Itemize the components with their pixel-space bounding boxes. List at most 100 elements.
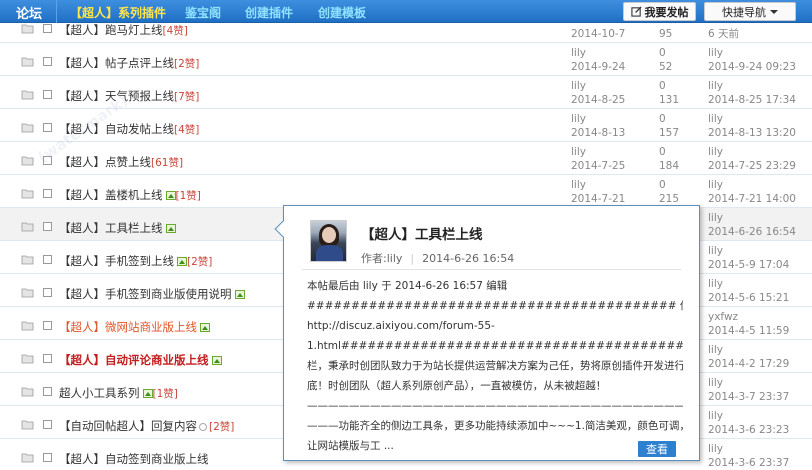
- thread-title[interactable]: 【超人】手机签到上线 [2赞]: [59, 253, 212, 269]
- thread-title[interactable]: 【自动回帖超人】回复内容 [2赞]: [59, 418, 234, 434]
- thread-title[interactable]: 【超人】手机签到商业版使用说明: [59, 286, 245, 302]
- thread-row[interactable]: 【超人】自动发帖上线[4赞] lily 2014-8-13 0 157 lily 2014-…: [0, 109, 812, 142]
- thread-title-text[interactable]: 【超人】盖楼机上线: [59, 188, 163, 202]
- thread-checkbox[interactable]: [43, 420, 52, 429]
- last-post-user[interactable]: lily: [708, 80, 723, 92]
- thread-row[interactable]: 【超人】帖子点评上线[2赞] lily 2014-9-24 0 52 lily 2014-9…: [0, 43, 812, 76]
- thread-row[interactable]: 【超人】天气预报上线[7赞] lily 2014-8-25 0 131 lily 2014-…: [0, 76, 812, 109]
- thread-checkbox[interactable]: [43, 222, 52, 231]
- new-post-button[interactable]: 我要发帖: [623, 2, 696, 21]
- thread-title-text[interactable]: 【超人】自动评论商业版上线: [59, 353, 209, 367]
- last-post-user[interactable]: lily: [708, 179, 723, 191]
- thread-title-text[interactable]: 【超人】帖子点评上线: [59, 56, 174, 70]
- last-post-user[interactable]: yxfwz: [708, 311, 738, 323]
- nav-create-plugin[interactable]: 创建插件: [245, 4, 293, 21]
- thread-votes: [4赞]: [162, 25, 188, 37]
- folder-icon: [21, 222, 34, 232]
- thread-checkbox[interactable]: [43, 189, 52, 198]
- thread-author[interactable]: lily: [571, 146, 586, 158]
- last-post-user[interactable]: lily: [708, 410, 723, 422]
- thread-title[interactable]: 【超人】自动签到商业版上线: [59, 451, 209, 467]
- thread-title[interactable]: 【超人】跑马灯上线[4赞]: [59, 22, 188, 38]
- popup-time: 2014-6-26 16:54: [422, 252, 515, 265]
- last-post-user[interactable]: lily: [708, 443, 723, 455]
- view-count: 157: [659, 127, 680, 139]
- nav-create-template[interactable]: 创建模板: [318, 4, 366, 21]
- folder-icon: [21, 288, 34, 298]
- thread-checkbox[interactable]: [43, 255, 52, 264]
- thread-title[interactable]: 【超人】自动发帖上线[4赞]: [59, 121, 199, 137]
- thread-row[interactable]: 【超人】盖楼机上线 [1赞] lily 2014-7-21 0 215 lily 2014-7…: [0, 175, 812, 208]
- thread-title-text[interactable]: 【超人】微网站商业版上线: [59, 320, 197, 334]
- quick-nav-dropdown[interactable]: 快捷导航: [704, 2, 796, 21]
- last-post-user[interactable]: lily: [708, 344, 723, 356]
- view-thread-button[interactable]: 查看: [638, 441, 676, 457]
- thread-row[interactable]: 【超人】点赞上线[61赞] lily 2014-7-25 0 184 lily 2014-7…: [0, 142, 812, 175]
- thread-title-text[interactable]: 超人小工具系列: [59, 386, 140, 400]
- folder-icon: [21, 387, 34, 397]
- nav-treasure[interactable]: 鉴宝阁: [185, 4, 221, 21]
- thread-checkbox[interactable]: [43, 90, 52, 99]
- thread-title[interactable]: 【超人】帖子点评上线[2赞]: [59, 55, 199, 71]
- popup-thread-title[interactable]: 【超人】工具栏上线: [361, 223, 483, 243]
- last-post-time[interactable]: 2014-7-21 14:00: [708, 193, 796, 205]
- thread-title[interactable]: 超人小工具系列 [1赞]: [59, 385, 178, 401]
- last-post-user[interactable]: lily: [708, 212, 723, 224]
- last-post-time[interactable]: 2014-8-25 17:34: [708, 94, 796, 106]
- folder-icon: [21, 189, 34, 199]
- thread-title[interactable]: 【超人】点赞上线[61赞]: [59, 154, 183, 170]
- last-post-time[interactable]: 2014-3-6 23:37: [708, 457, 789, 469]
- thread-title-text[interactable]: 【超人】自动签到商业版上线: [59, 452, 209, 466]
- thread-checkbox[interactable]: [43, 24, 52, 33]
- last-post-time[interactable]: 2014-8-13 13:20: [708, 127, 796, 139]
- last-post-user[interactable]: lily: [708, 377, 723, 389]
- thread-checkbox[interactable]: [43, 57, 52, 66]
- last-post-time[interactable]: 2014-4-5 11:59: [708, 325, 789, 337]
- thread-checkbox[interactable]: [43, 156, 52, 165]
- last-post-time[interactable]: 2014-6-26 16:54: [708, 226, 796, 238]
- thread-author[interactable]: lily: [571, 80, 586, 92]
- thread-checkbox[interactable]: [43, 123, 52, 132]
- last-post-time[interactable]: 2014-3-7 23:37: [708, 391, 789, 403]
- thread-checkbox[interactable]: [43, 321, 52, 330]
- last-post-time[interactable]: 2014-5-6 15:21: [708, 292, 789, 304]
- last-post-user[interactable]: lily: [708, 113, 723, 125]
- popup-excerpt-link[interactable]: http://discuz.aixiyou.com/forum-55-: [307, 316, 683, 336]
- popup-author[interactable]: 作者:lily: [361, 252, 402, 265]
- thread-title-text[interactable]: 【超人】跑马灯上线: [59, 23, 163, 37]
- thread-checkbox[interactable]: [43, 453, 52, 462]
- nav-forum-home[interactable]: 论坛: [16, 3, 42, 22]
- last-post-user[interactable]: lily: [708, 245, 723, 257]
- thread-title-text[interactable]: 【超人】天气预报上线: [59, 89, 174, 103]
- last-post-time[interactable]: 2014-5-9 17:04: [708, 259, 789, 271]
- thread-author[interactable]: lily: [571, 113, 586, 125]
- last-post-time[interactable]: 2014-4-2 17:29: [708, 358, 789, 370]
- thread-title-text[interactable]: 【超人】工具栏上线: [59, 221, 163, 235]
- last-post-time[interactable]: 2014-7-25 23:29: [708, 160, 796, 172]
- last-post-user[interactable]: lily: [708, 47, 723, 59]
- last-post-user[interactable]: lily: [708, 146, 723, 158]
- thread-title[interactable]: 【超人】天气预报上线[7赞]: [59, 88, 199, 104]
- thread-title[interactable]: 【超人】工具栏上线: [59, 220, 176, 236]
- thread-title[interactable]: 【超人】自动评论商业版上线: [59, 352, 222, 368]
- thread-title-text[interactable]: 【超人】手机签到商业版使用说明: [59, 287, 232, 301]
- nav-superman-plugins[interactable]: 【超人】系列插件: [70, 4, 166, 21]
- thread-author[interactable]: lily: [571, 47, 586, 59]
- thread-title-text[interactable]: 【超人】自动发帖上线: [59, 122, 174, 136]
- last-post-time[interactable]: 2014-3-6 23:23: [708, 424, 789, 436]
- thread-checkbox[interactable]: [43, 387, 52, 396]
- last-post-time[interactable]: 2014-9-24 09:23: [708, 61, 796, 73]
- thread-votes: [7赞]: [174, 91, 200, 103]
- thread-checkbox[interactable]: [43, 288, 52, 297]
- thread-title[interactable]: 【超人】盖楼机上线 [1赞]: [59, 187, 201, 203]
- last-post-time[interactable]: 6 天前: [708, 28, 739, 40]
- thread-author[interactable]: lily: [571, 179, 586, 191]
- thread-title-text[interactable]: 【超人】点赞上线: [59, 155, 151, 169]
- thread-title-text[interactable]: 【超人】手机签到上线: [59, 254, 174, 268]
- thread-title-text[interactable]: 【自动回帖超人】回复内容: [59, 419, 197, 433]
- last-post-user[interactable]: lily: [708, 278, 723, 290]
- thread-checkbox[interactable]: [43, 354, 52, 363]
- image-attachment-icon: [211, 356, 222, 365]
- thread-title[interactable]: 【超人】微网站商业版上线: [59, 319, 210, 335]
- author-avatar[interactable]: [310, 220, 347, 262]
